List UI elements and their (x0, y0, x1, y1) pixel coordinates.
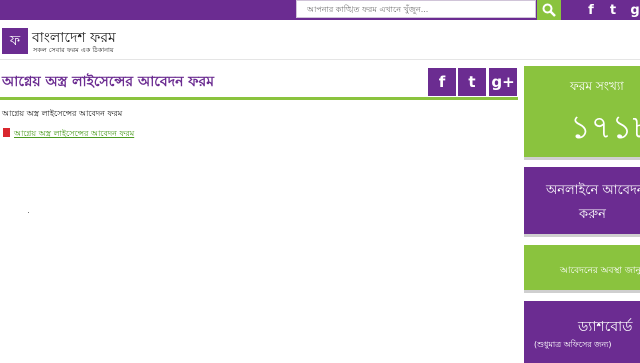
search-icon (542, 3, 556, 17)
share-twitter-button[interactable]: t (458, 68, 486, 96)
application-status-button[interactable]: আবেদনের অবস্থা জানুন (524, 245, 640, 293)
form-count-value: ১৭১৮ (570, 108, 640, 146)
dashboard-note: (শুধুমাত্র অফিসের জন্য) (534, 340, 612, 349)
share-facebook-button[interactable]: f (428, 68, 456, 96)
share-google-plus-button[interactable]: g+ (489, 68, 517, 96)
application-status-label: আবেদনের অবস্থা জানুন (560, 266, 640, 276)
site-tagline: সকল সেবার ফরম এক ঠিকানায় (33, 46, 114, 54)
search-input[interactable] (296, 0, 536, 18)
title-divider (0, 97, 518, 100)
apply-online-label-2: করুন (579, 207, 606, 222)
apply-online-label: অনলাইনে আবেদন (546, 183, 640, 198)
dashboard-button[interactable]: ড্যাশবোর্ড (শুধুমাত্র অফিসের জন্য) (524, 301, 640, 363)
form-count-card: ফরম সংখ্যা ১৭১৮ (524, 66, 640, 160)
dashboard-label: ড্যাশবোর্ড (578, 319, 633, 335)
pdf-icon (3, 128, 10, 137)
logo-icon[interactable]: ফ (2, 28, 28, 54)
twitter-icon[interactable]: t (604, 0, 622, 20)
site-header: ফ বাংলাদেশ ফরম সকল সেবার ফরম এক ঠিকানায় (0, 20, 640, 60)
article-body: আগ্নেয় অস্ত্র লাইসেন্সের আবেদন ফরম (2, 109, 123, 118)
page-title: আগ্নেয় অস্ত্র লাইসেন্সের আবেদন ফরম (2, 74, 215, 90)
apply-online-button[interactable]: অনলাইনে আবেদন করুন (524, 167, 640, 237)
facebook-icon[interactable]: f (582, 0, 600, 20)
divider-dot (28, 212, 29, 213)
download-link[interactable]: আগ্নেয় অস্ত্র লাইসেন্সের আবেদন ফরম (14, 128, 134, 141)
form-count-label: ফরম সংখ্যা (570, 79, 624, 93)
search-button[interactable] (537, 0, 561, 20)
google-plus-icon[interactable]: g (626, 0, 640, 20)
